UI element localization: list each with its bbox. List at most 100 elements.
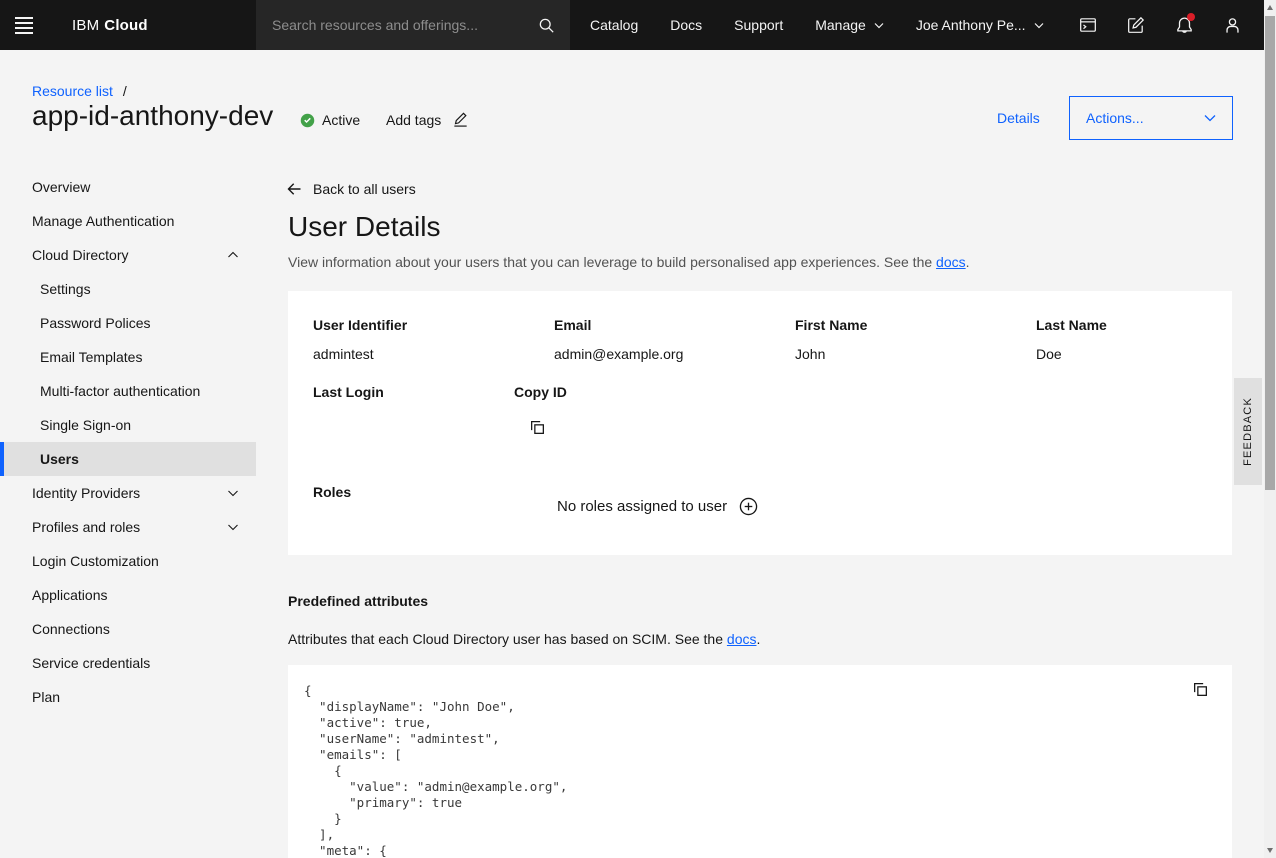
sidebar-item-email-templates[interactable]: Email Templates xyxy=(0,340,256,374)
vertical-scrollbar[interactable] xyxy=(1264,0,1276,858)
edit-pencil-icon xyxy=(452,111,469,128)
sidebar-item-applications[interactable]: Applications xyxy=(0,578,256,612)
field-user-identifier: User Identifier admintest xyxy=(313,317,554,362)
nav-manage[interactable]: Manage xyxy=(799,0,900,50)
chevron-down-icon xyxy=(225,485,241,501)
brand-ibm: IBM xyxy=(72,17,99,34)
active-check-icon xyxy=(300,113,315,128)
breadcrumb: Resource list / xyxy=(32,83,127,99)
top-navigation-bar: IBM Cloud Catalog Docs Support Manage Jo… xyxy=(0,0,1264,50)
arrow-left-icon xyxy=(286,181,302,197)
roles-empty-text: No roles assigned to user xyxy=(557,498,727,515)
feedback-tab-label: FEEDBACK xyxy=(1242,397,1254,466)
code-line: "userName": "admintest", xyxy=(304,731,567,747)
user-fields: User Identifier admintest Email admin@ex… xyxy=(313,317,1276,362)
sidebar-item-single-sign-on[interactable]: Single Sign-on xyxy=(0,408,256,442)
copy-code-button[interactable] xyxy=(1188,677,1212,701)
field-email: Email admin@example.org xyxy=(554,317,795,362)
user-details-description: View information about your users that y… xyxy=(288,254,970,270)
code-line: ], xyxy=(304,827,567,843)
scrollbar-down-arrow[interactable] xyxy=(1267,848,1273,853)
search-input[interactable] xyxy=(256,17,522,33)
sidebar-item-overview[interactable]: Overview xyxy=(0,170,256,204)
actions-label: Actions... xyxy=(1086,110,1144,126)
sidebar-item-login-customization[interactable]: Login Customization xyxy=(0,544,256,578)
scim-attributes-code-block: { "displayName": "John Doe", "active": t… xyxy=(288,665,1232,858)
notification-dot xyxy=(1187,13,1195,21)
sidebar-item-connections[interactable]: Connections xyxy=(0,612,256,646)
status-badge-label: Active xyxy=(322,112,360,128)
chevron-down-icon xyxy=(1204,114,1216,122)
chevron-up-icon xyxy=(225,247,241,263)
code-line: { xyxy=(304,763,567,779)
code-line: "active": true, xyxy=(304,715,567,731)
nav-support[interactable]: Support xyxy=(718,0,799,50)
edit-feedback-icon[interactable] xyxy=(1112,0,1160,50)
sidebar-item-users[interactable]: Users xyxy=(0,442,256,476)
code-line: "primary": true xyxy=(304,795,567,811)
sidebar-item-cloud-directory[interactable]: Cloud Directory xyxy=(0,238,256,272)
sidebar-item-password-polices[interactable]: Password Polices xyxy=(0,306,256,340)
ibm-cloud-logo[interactable]: IBM Cloud xyxy=(48,0,256,50)
sidebar-item-settings[interactable]: Settings xyxy=(0,272,256,306)
copy-icon xyxy=(1192,681,1209,698)
back-link-label: Back to all users xyxy=(313,181,416,197)
breadcrumb-resource-list-link[interactable]: Resource list xyxy=(32,83,113,99)
user-info-card: User Identifier admintest Email admin@ex… xyxy=(288,291,1232,555)
code-line: "value": "admin@example.org", xyxy=(304,779,567,795)
header-nav: Catalog Docs Support Manage Joe Anthony … xyxy=(570,0,1064,50)
hamburger-menu-icon[interactable] xyxy=(0,0,48,50)
last-login-label: Last Login xyxy=(313,384,384,400)
add-tags-label: Add tags xyxy=(386,112,441,128)
actions-dropdown[interactable]: Actions... xyxy=(1069,96,1233,140)
header-icon-group xyxy=(1064,0,1264,50)
nav-docs[interactable]: Docs xyxy=(654,0,718,50)
sidebar-item-profiles-and-roles[interactable]: Profiles and roles xyxy=(0,510,256,544)
sidebar-item-manage-authentication[interactable]: Manage Authentication xyxy=(0,204,256,238)
field-first-name: First Name John xyxy=(795,317,1036,362)
code-line: "meta": { xyxy=(304,843,567,858)
details-link[interactable]: Details xyxy=(997,110,1040,126)
feedback-tab[interactable]: FEEDBACK xyxy=(1234,378,1262,485)
roles-label: Roles xyxy=(313,484,351,500)
breadcrumb-separator: / xyxy=(123,83,127,99)
chevron-down-icon xyxy=(1034,22,1044,29)
user-details-heading: User Details xyxy=(288,211,440,243)
predefined-attributes-heading: Predefined attributes xyxy=(288,593,428,609)
user-avatar-icon[interactable] xyxy=(1208,0,1256,50)
predefined-attributes-description: Attributes that each Cloud Directory use… xyxy=(288,631,760,647)
code-line: "emails": [ xyxy=(304,747,567,763)
docs-link[interactable]: docs xyxy=(727,631,757,647)
search-icon[interactable] xyxy=(522,0,570,50)
notifications-bell-icon[interactable] xyxy=(1160,0,1208,50)
copy-icon xyxy=(529,419,546,436)
global-search xyxy=(256,0,570,50)
plus-circle-icon xyxy=(739,497,758,516)
code-line: "displayName": "John Doe", xyxy=(304,699,567,715)
code-line: { xyxy=(304,683,567,699)
docs-link[interactable]: docs xyxy=(936,254,966,270)
status-badge: Active xyxy=(300,112,360,128)
add-role-button[interactable] xyxy=(737,495,759,517)
nav-account-user[interactable]: Joe Anthony Pe... xyxy=(900,0,1060,50)
field-last-name: Last Name Doe xyxy=(1036,317,1276,362)
scrollbar-up-arrow[interactable] xyxy=(1267,5,1273,10)
sidebar-item-multi-factor-authentication[interactable]: Multi-factor authentication xyxy=(0,374,256,408)
back-to-all-users-link[interactable]: Back to all users xyxy=(286,181,416,197)
add-tags-button[interactable]: Add tags xyxy=(386,111,469,128)
chevron-down-icon xyxy=(874,22,884,29)
copy-id-label: Copy ID xyxy=(514,384,567,400)
scrollbar-thumb[interactable] xyxy=(1265,16,1275,490)
code-lines: { "displayName": "John Doe", "active": t… xyxy=(304,683,567,858)
page-title: app-id-anthony-dev xyxy=(32,100,273,132)
sidebar-item-plan[interactable]: Plan xyxy=(0,680,256,714)
chevron-down-icon xyxy=(225,519,241,535)
nav-catalog[interactable]: Catalog xyxy=(574,0,654,50)
copy-id-button[interactable] xyxy=(525,415,549,439)
sidebar-item-service-credentials[interactable]: Service credentials xyxy=(0,646,256,680)
code-line: } xyxy=(304,811,567,827)
brand-cloud: Cloud xyxy=(104,17,148,34)
service-sidebar: Overview Manage Authentication Cloud Dir… xyxy=(0,170,256,714)
sidebar-item-identity-providers[interactable]: Identity Providers xyxy=(0,476,256,510)
cloud-shell-icon[interactable] xyxy=(1064,0,1112,50)
